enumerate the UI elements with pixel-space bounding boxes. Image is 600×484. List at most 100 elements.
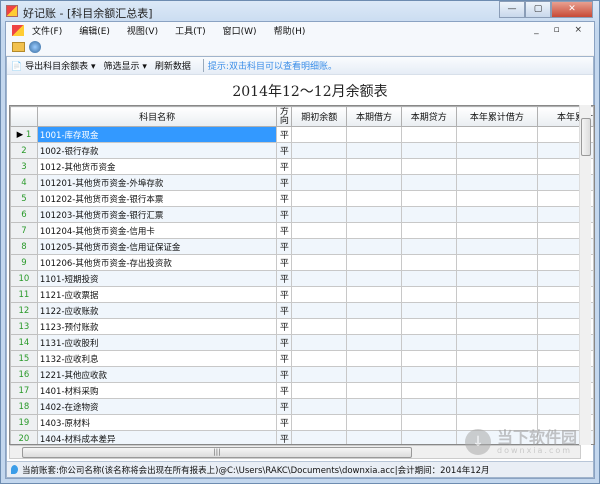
account-name[interactable]: 1101-短期投资 xyxy=(36,270,278,287)
amount-cell[interactable] xyxy=(455,142,539,159)
globe-icon[interactable] xyxy=(29,41,41,53)
account-name[interactable]: 1132-应收利息 xyxy=(36,350,278,367)
amount-cell[interactable] xyxy=(346,254,402,271)
table-row[interactable]: 8 101205-其他货币资金-信用证保证金 平 xyxy=(10,238,594,255)
amount-cell[interactable] xyxy=(455,382,539,399)
direction[interactable]: 平 xyxy=(276,222,293,239)
vertical-scrollbar[interactable] xyxy=(579,105,591,445)
amount-cell[interactable] xyxy=(400,142,457,159)
direction[interactable]: 平 xyxy=(276,318,293,335)
amount-cell[interactable] xyxy=(346,270,402,287)
direction[interactable]: 平 xyxy=(276,238,293,255)
amount-cell[interactable] xyxy=(455,350,539,367)
table-row[interactable]: 13 1123-预付账款 平 xyxy=(10,318,594,335)
row-number[interactable]: 4 xyxy=(10,174,38,191)
amount-cell[interactable] xyxy=(346,430,402,444)
menu-edit[interactable]: 编辑(E) xyxy=(79,24,110,37)
amount-cell[interactable] xyxy=(291,414,348,431)
horizontal-scroll-thumb[interactable]: ||| xyxy=(22,447,412,458)
amount-cell[interactable] xyxy=(291,302,348,319)
row-number[interactable]: 6 xyxy=(10,206,38,223)
table-row[interactable]: 11 1121-应收票据 平 xyxy=(10,286,594,303)
amount-cell[interactable] xyxy=(455,174,539,191)
row-number[interactable]: ▶ 1 xyxy=(10,126,38,143)
table-row[interactable]: 3 1012-其他货币资金 平 xyxy=(10,158,594,175)
account-name[interactable]: 101202-其他货币资金-银行本票 xyxy=(36,190,278,207)
direction[interactable]: 平 xyxy=(276,398,293,415)
menu-window[interactable]: 窗口(W) xyxy=(223,24,257,37)
column-header[interactable]: 本年累计借方 xyxy=(455,106,539,127)
row-number[interactable]: 2 xyxy=(10,142,38,159)
amount-cell[interactable] xyxy=(400,334,457,351)
table-row[interactable]: 6 101203-其他货币资金-银行汇票 平 xyxy=(10,206,594,223)
amount-cell[interactable] xyxy=(455,334,539,351)
amount-cell[interactable] xyxy=(346,238,402,255)
amount-cell[interactable] xyxy=(400,238,457,255)
direction[interactable]: 平 xyxy=(276,254,293,271)
account-name[interactable]: 1403-原材料 xyxy=(36,414,278,431)
amount-cell[interactable] xyxy=(400,206,457,223)
direction[interactable]: 平 xyxy=(276,414,293,431)
table-row[interactable]: 5 101202-其他货币资金-银行本票 平 xyxy=(10,190,594,207)
amount-cell[interactable] xyxy=(346,286,402,303)
amount-cell[interactable] xyxy=(455,318,539,335)
direction[interactable]: 平 xyxy=(276,158,293,175)
amount-cell[interactable] xyxy=(291,382,348,399)
account-name[interactable]: 1123-预付账款 xyxy=(36,318,278,335)
row-number[interactable]: 16 xyxy=(10,366,38,383)
row-number[interactable]: 14 xyxy=(10,334,38,351)
row-number[interactable]: 9 xyxy=(10,254,38,271)
table-row[interactable]: 17 1401-材料采购 平 xyxy=(10,382,594,399)
direction[interactable]: 平 xyxy=(276,190,293,207)
column-header[interactable]: 期初余额 xyxy=(291,106,348,127)
account-name[interactable]: 1121-应收票据 xyxy=(36,286,278,303)
menu-help[interactable]: 帮助(H) xyxy=(274,24,306,37)
amount-cell[interactable] xyxy=(291,398,348,415)
account-name[interactable]: 1221-其他应收款 xyxy=(36,366,278,383)
amount-cell[interactable] xyxy=(400,414,457,431)
amount-cell[interactable] xyxy=(455,254,539,271)
amount-cell[interactable] xyxy=(346,222,402,239)
amount-cell[interactable] xyxy=(400,286,457,303)
menu-tools[interactable]: 工具(T) xyxy=(175,24,206,37)
table-row[interactable]: 9 101206-其他货币资金-存出投资款 平 xyxy=(10,254,594,271)
account-name[interactable]: 1122-应收账款 xyxy=(36,302,278,319)
mdi-controls[interactable]: _ ▫ × xyxy=(534,25,588,35)
row-number[interactable]: 19 xyxy=(10,414,38,431)
amount-cell[interactable] xyxy=(291,190,348,207)
amount-cell[interactable] xyxy=(291,158,348,175)
amount-cell[interactable] xyxy=(400,366,457,383)
account-name[interactable]: 1002-银行存款 xyxy=(36,142,278,159)
direction[interactable]: 平 xyxy=(276,302,293,319)
account-name[interactable]: 101205-其他货币资金-信用证保证金 xyxy=(36,238,278,255)
row-number[interactable]: 10 xyxy=(10,270,38,287)
refresh-button[interactable]: 刷新数据 xyxy=(155,59,191,72)
document-icon[interactable] xyxy=(12,25,24,36)
row-number[interactable]: 13 xyxy=(10,318,38,335)
amount-cell[interactable] xyxy=(346,126,402,143)
menu-view[interactable]: 视图(V) xyxy=(127,24,158,37)
amount-cell[interactable] xyxy=(291,318,348,335)
table-row[interactable]: 7 101204-其他货币资金-信用卡 平 xyxy=(10,222,594,239)
row-number[interactable]: 3 xyxy=(10,158,38,175)
direction[interactable]: 平 xyxy=(276,142,293,159)
column-header[interactable]: 科目名称 xyxy=(36,106,278,127)
amount-cell[interactable] xyxy=(291,430,348,444)
amount-cell[interactable] xyxy=(346,158,402,175)
amount-cell[interactable] xyxy=(400,430,457,444)
direction[interactable]: 平 xyxy=(276,286,293,303)
amount-cell[interactable] xyxy=(346,142,402,159)
amount-cell[interactable] xyxy=(291,366,348,383)
amount-cell[interactable] xyxy=(400,318,457,335)
amount-cell[interactable] xyxy=(291,126,348,143)
amount-cell[interactable] xyxy=(400,190,457,207)
amount-cell[interactable] xyxy=(455,158,539,175)
account-name[interactable]: 101206-其他货币资金-存出投资款 xyxy=(36,254,278,271)
column-header[interactable] xyxy=(10,106,38,127)
amount-cell[interactable] xyxy=(455,302,539,319)
direction[interactable]: 平 xyxy=(276,430,293,444)
amount-cell[interactable] xyxy=(346,334,402,351)
amount-cell[interactable] xyxy=(346,398,402,415)
row-number[interactable]: 5 xyxy=(10,190,38,207)
table-row[interactable]: 16 1221-其他应收款 平 xyxy=(10,366,594,383)
